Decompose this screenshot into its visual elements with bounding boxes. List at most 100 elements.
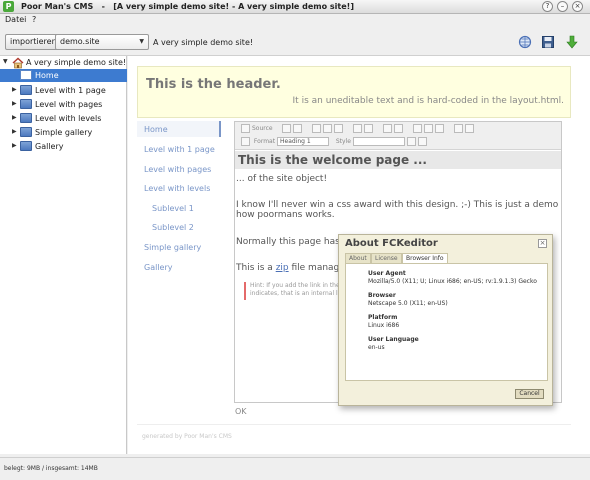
nav-link-gallery[interactable]: Gallery — [144, 263, 173, 272]
house-icon — [12, 57, 24, 69]
tree-item-label: Level with pages — [35, 100, 103, 109]
window-help-button[interactable]: ? — [542, 1, 553, 12]
italic-icon[interactable] — [364, 124, 374, 133]
chevron-down-icon: ▼ — [139, 38, 144, 45]
status-bar: belegt: 9MB / insgesamt: 14MB — [0, 457, 590, 480]
paragraph-2b: how poormans works. — [236, 210, 335, 220]
tree-item-level-1-page[interactable]: ▶ Level with 1 page — [0, 84, 127, 97]
paragraph-2a: I know I'll never win a css award with t… — [236, 200, 561, 210]
copy-icon[interactable] — [323, 124, 333, 133]
site-select[interactable]: demo.site ▼ — [55, 34, 149, 50]
collapse-icon[interactable]: ▼ — [3, 58, 8, 65]
window-titlebar: P Poor Man's CMS - [A very simple demo s… — [0, 0, 590, 14]
tree-item-label: Level with levels — [35, 114, 102, 123]
window-close-button[interactable]: × — [572, 1, 583, 12]
import-button[interactable]: importieren — [5, 34, 62, 50]
main-toolbar: importieren demo.site ▼ A very simple de… — [0, 28, 590, 56]
folder-icon — [20, 85, 32, 95]
undo-icon[interactable] — [282, 124, 292, 133]
link-icon[interactable] — [412, 124, 422, 133]
ordered-list-icon[interactable] — [382, 124, 392, 133]
expand-icon[interactable]: ▶ — [12, 100, 17, 107]
dialog-title: About FCKeditor — [345, 238, 438, 249]
nav-link-home[interactable]: Home — [144, 125, 168, 134]
nav-link-sublevel-1[interactable]: Sublevel 1 — [152, 204, 194, 213]
about-icon[interactable] — [417, 137, 427, 146]
fck-toolbar: Source Format Heading 1 Style — [235, 122, 561, 150]
unlink-icon[interactable] — [423, 124, 433, 133]
nav-link-simple-gallery[interactable]: Simple gallery — [144, 243, 201, 252]
tree-item-label: Simple gallery — [35, 128, 93, 137]
header-subtitle: It is an uneditable text and is hard-cod… — [292, 96, 564, 106]
globe-icon[interactable] — [518, 35, 532, 49]
browser-label: Browser — [368, 292, 396, 299]
header-title: This is the header. — [146, 77, 281, 92]
window-title: Poor Man's CMS - [A very simple demo sit… — [21, 2, 354, 11]
user-agent-label: User Agent — [368, 270, 406, 277]
source-icon[interactable] — [241, 124, 250, 133]
format-select[interactable]: Heading 1 — [277, 137, 329, 146]
menu-file[interactable]: Datei — [5, 15, 26, 24]
tab-license[interactable]: License — [371, 253, 402, 263]
download-arrow-icon[interactable] — [565, 35, 579, 49]
user-language-value: en-us — [368, 344, 385, 351]
menu-help[interactable]: ? — [32, 15, 36, 24]
text-color-icon[interactable] — [406, 137, 416, 146]
expand-icon[interactable]: ▶ — [12, 128, 17, 135]
user-agent-value: Mozilla/5.0 (X11; U; Linux i686; en-US; … — [368, 278, 537, 285]
paragraph-1: ... of the site object! — [236, 174, 328, 184]
nav-link-level-pages[interactable]: Level with pages — [144, 165, 211, 174]
page-divider — [137, 424, 571, 425]
tree-item-simple-gallery[interactable]: ▶ Simple gallery — [0, 126, 127, 139]
tree-root[interactable]: ▼ A very simple demo site! — [0, 56, 127, 69]
page-icon — [20, 70, 32, 80]
folder-icon — [20, 141, 32, 151]
anchor-icon[interactable] — [434, 124, 444, 133]
nav-link-sublevel-2[interactable]: Sublevel 2 — [152, 223, 194, 232]
bold-icon[interactable] — [353, 124, 363, 133]
expand-icon[interactable]: ▶ — [12, 142, 17, 149]
table-icon[interactable] — [464, 124, 474, 133]
tree-item-label: Level with 1 page — [35, 86, 106, 95]
tab-about[interactable]: About — [345, 253, 371, 263]
grip-icon — [241, 137, 250, 146]
fck-toolbar-row-2: Format Heading 1 Style — [241, 137, 429, 149]
paste-icon[interactable] — [334, 124, 344, 133]
tree-item-level-levels[interactable]: ▶ Level with levels — [0, 112, 127, 125]
browser-value: Netscape 5.0 (X11; en-US) — [368, 300, 448, 307]
unordered-list-icon[interactable] — [393, 124, 403, 133]
nav-link-level-levels[interactable]: Level with levels — [144, 184, 210, 193]
save-icon[interactable] — [541, 35, 555, 49]
style-select[interactable] — [352, 137, 405, 146]
cut-icon[interactable] — [312, 124, 322, 133]
expand-icon[interactable]: ▶ — [12, 114, 17, 121]
user-language-label: User Language — [368, 336, 419, 343]
paragraph-4-pre: This is a — [236, 263, 276, 273]
tree-item-label: Gallery — [35, 142, 64, 151]
folder-icon — [20, 127, 32, 137]
expand-icon[interactable]: ▶ — [12, 86, 17, 93]
page-footer: generated by Poor Man's CMS — [142, 433, 232, 440]
platform-label: Platform — [368, 314, 398, 321]
folder-icon — [20, 99, 32, 109]
window-minimize-button[interactable]: – — [557, 1, 568, 12]
welcome-heading: This is the welcome page ... — [235, 151, 561, 169]
site-select-value: demo.site — [60, 37, 100, 46]
nav-link-level-1-page[interactable]: Level with 1 page — [144, 145, 215, 154]
image-icon[interactable] — [453, 124, 463, 133]
page-header: This is the header. It is an uneditable … — [137, 66, 571, 118]
site-tree: ▼ A very simple demo site! Home ▶ Level … — [0, 56, 127, 454]
tree-item-level-pages[interactable]: ▶ Level with pages — [0, 98, 127, 111]
fck-toolbar-row-1: Source — [241, 124, 476, 136]
ok-text: OK — [235, 407, 247, 416]
cancel-button[interactable]: Cancel — [515, 389, 544, 399]
storage-status: belegt: 9MB / insgesamt: 14MB — [4, 465, 98, 472]
tree-item-home[interactable]: Home — [0, 69, 127, 82]
redo-icon[interactable] — [293, 124, 303, 133]
tree-item-gallery[interactable]: ▶ Gallery — [0, 140, 127, 153]
source-button-label[interactable]: Source — [252, 125, 273, 132]
folder-icon — [20, 113, 32, 123]
close-icon[interactable]: × — [538, 239, 547, 248]
zip-link[interactable]: zip — [276, 263, 289, 273]
browser-info-panel: User Agent Mozilla/5.0 (X11; U; Linux i6… — [345, 263, 548, 381]
